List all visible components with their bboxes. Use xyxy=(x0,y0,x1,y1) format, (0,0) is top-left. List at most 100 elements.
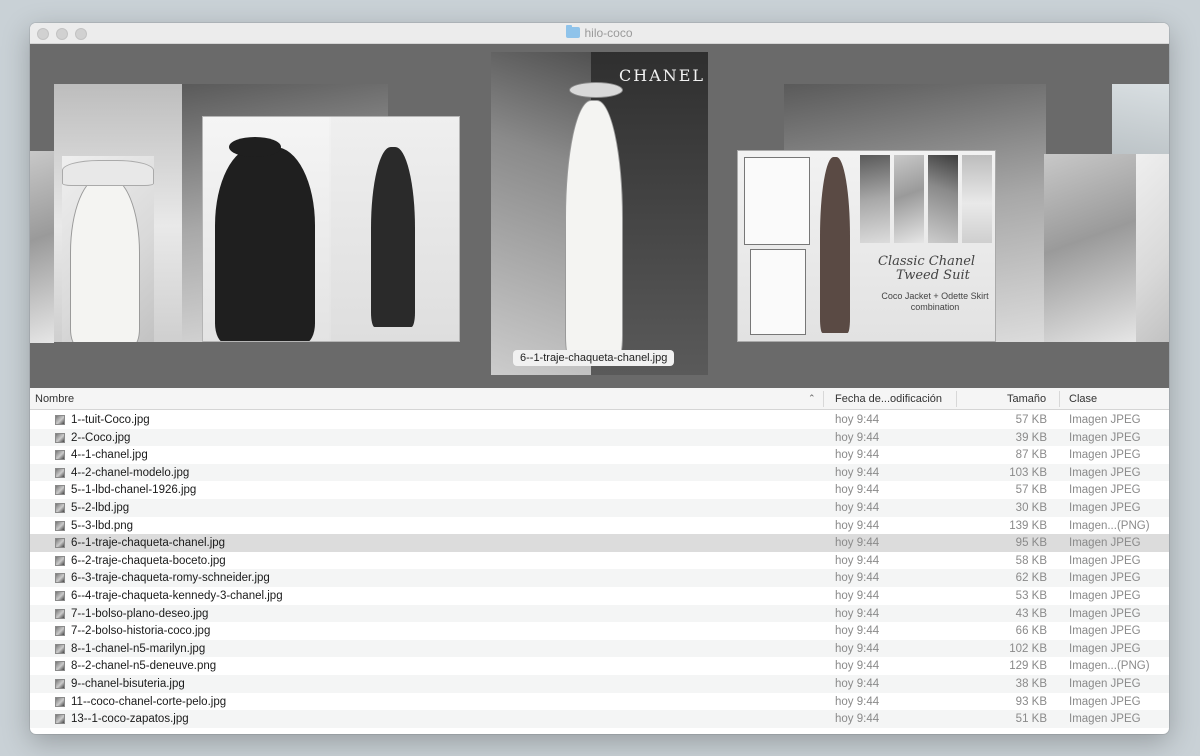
file-size: 38 KB xyxy=(1015,677,1047,690)
file-date: hoy 9:44 xyxy=(835,642,880,655)
list-item[interactable]: 7--1-bolso-plano-deseo.jpg hoy 9:44 43 KB I… xyxy=(30,604,1169,623)
file-kind: Imagen JPEG xyxy=(1069,431,1141,444)
thumbnail-image[interactable] xyxy=(202,116,460,342)
thumbnail-image[interactable]: Classic Chanel Tweed Suit Coco Jacket + … xyxy=(737,150,996,342)
image-file-icon xyxy=(55,467,65,478)
file-kind: Imagen JPEG xyxy=(1069,501,1141,514)
list-item[interactable]: 1--tuit-Coco.jpg hoy 9:44 57 KB Imagen JPEG xyxy=(30,411,1169,429)
list-item[interactable]: 5--3-lbd.png hoy 9:44 139 KB Imagen...(PNG) xyxy=(30,517,1169,535)
image-file-icon xyxy=(55,608,65,619)
file-name: 4--1-chanel.jpg xyxy=(71,449,148,462)
selected-file-caption: 6--1-traje-chaqueta-chanel.jpg xyxy=(513,350,675,366)
list-item[interactable]: 13--1-coco-zapatos.jpg hoy 9:44 51 KB Image… xyxy=(30,710,1169,728)
file-kind: Imagen JPEG xyxy=(1069,695,1141,708)
column-header-date[interactable]: Fecha de...odificación xyxy=(835,393,942,405)
file-list: 1--tuit-Coco.jpg hoy 9:44 57 KB Imagen JPEG… xyxy=(30,411,1169,728)
list-item[interactable]: 4--1-chanel.jpg hoy 9:44 87 KB Imagen JPEG xyxy=(30,446,1169,464)
list-item[interactable]: 6--4-traje-chaqueta-kennedy-3-chanel.jpg… xyxy=(30,587,1169,605)
jacket-sketch xyxy=(744,157,810,245)
file-date: hoy 9:44 xyxy=(835,414,880,426)
cover-flow-gallery[interactable]: CHANEL Classic Chanel Tweed Suit Coco Ja… xyxy=(30,44,1169,388)
file-name: 6--4-traje-chaqueta-kennedy-3-chanel.jpg xyxy=(71,589,283,602)
file-size: 39 KB xyxy=(1015,431,1047,444)
file-kind: Imagen JPEG xyxy=(1069,607,1141,620)
list-item[interactable]: 6--3-traje-chaqueta-romy-schneider.jpg ho… xyxy=(30,569,1169,587)
file-name: 5--1-lbd-chanel-1926.jpg xyxy=(71,484,197,497)
file-date: hoy 9:44 xyxy=(835,677,880,690)
file-name: 5--2-lbd.jpg xyxy=(71,501,130,514)
list-item[interactable]: 7--2-bolso-historia-coco.jpg hoy 9:44 66 K… xyxy=(30,622,1169,640)
file-date: hoy 9:44 xyxy=(835,519,880,532)
file-kind: Imagen JPEG xyxy=(1069,537,1141,550)
chanel-store-sign: CHANEL xyxy=(619,66,706,85)
list-item[interactable]: 6--1-traje-chaqueta-chanel.jpg hoy 9:44 95… xyxy=(30,534,1169,552)
list-item[interactable]: 4--2-chanel-modelo.jpg hoy 9:44 103 KB Imag… xyxy=(30,463,1169,482)
file-name: 9--chanel-bisuteria.jpg xyxy=(71,677,185,690)
file-name: 13--1-coco-zapatos.jpg xyxy=(71,713,189,726)
file-date: hoy 9:44 xyxy=(835,572,880,585)
file-kind: Imagen JPEG xyxy=(1069,713,1141,726)
thumbnail-image[interactable] xyxy=(30,151,54,343)
file-size: 87 KB xyxy=(1015,449,1047,462)
image-file-icon xyxy=(55,643,65,654)
file-date: hoy 9:44 xyxy=(835,537,880,550)
file-name: 6--3-traje-chaqueta-romy-schneider.jpg xyxy=(71,572,270,585)
file-name: 6--1-traje-chaqueta-chanel.jpg xyxy=(71,537,226,550)
image-file-icon xyxy=(55,538,65,549)
suit-subtitle: Coco Jacket + Odette Skirt combination xyxy=(876,291,994,313)
list-item[interactable]: 9--chanel-bisuteria.jpg hoy 9:44 38 KB Imag… xyxy=(30,674,1169,693)
title-bar[interactable]: hilo-coco xyxy=(30,23,1169,44)
file-name: 5--3-lbd.png xyxy=(71,519,134,532)
mini-photo xyxy=(894,155,924,243)
list-item[interactable]: 8--2-chanel-n5-deneuve.png hoy 9:44 129 KB… xyxy=(30,657,1169,675)
mini-photo xyxy=(860,155,890,243)
file-kind: Imagen JPEG xyxy=(1069,466,1141,479)
file-size: 57 KB xyxy=(1015,484,1047,497)
list-item[interactable]: 6--2-traje-chaqueta-boceto.jpg hoy 9:44 58… xyxy=(30,552,1169,570)
dress-figure xyxy=(371,147,415,327)
file-date: hoy 9:44 xyxy=(835,625,880,638)
thumbnail-image[interactable] xyxy=(1044,154,1138,342)
skirt-sketch xyxy=(750,249,806,335)
file-kind: Imagen JPEG xyxy=(1069,484,1141,497)
image-file-icon xyxy=(55,555,65,566)
thumbnail-image[interactable] xyxy=(62,156,154,342)
file-size: 30 KB xyxy=(1015,501,1047,514)
selected-thumbnail-image[interactable]: CHANEL xyxy=(491,52,708,375)
window-title-group: hilo-coco xyxy=(30,25,1169,40)
file-kind: Imagen JPEG xyxy=(1069,554,1141,567)
list-item[interactable]: 2--Coco.jpg hoy 9:44 39 KB Imagen JPEG xyxy=(30,428,1169,447)
file-kind: Imagen JPEG xyxy=(1069,677,1141,690)
hat-shape xyxy=(62,160,154,186)
file-date: hoy 9:44 xyxy=(835,695,880,708)
file-date: hoy 9:44 xyxy=(835,449,880,462)
folder-icon xyxy=(566,25,581,38)
finder-window: hilo-coco CHANEL Classic Chanel Tweed Su… xyxy=(30,23,1169,734)
sort-chevron-up-icon[interactable]: ⌃ xyxy=(808,393,816,404)
thumbnail-image[interactable] xyxy=(1136,154,1169,342)
suit-title-line: Classic Chanel xyxy=(878,254,976,269)
column-header-name[interactable]: Nombre xyxy=(35,393,74,405)
file-kind: Imagen JPEG xyxy=(1069,642,1141,655)
file-date: hoy 9:44 xyxy=(835,713,880,726)
list-item[interactable]: 5--2-lbd.jpg hoy 9:44 30 KB Imagen JPEG xyxy=(30,498,1169,517)
image-file-icon xyxy=(55,573,65,584)
file-date: hoy 9:44 xyxy=(835,501,880,514)
column-header-size[interactable]: Tamaño xyxy=(1007,393,1046,405)
portrait-figure xyxy=(70,176,140,342)
file-kind: Imagen JPEG xyxy=(1069,589,1141,602)
suit-title: Classic Chanel Tweed Suit xyxy=(878,255,975,283)
mini-photo xyxy=(928,155,958,243)
file-size: 139 KB xyxy=(1009,519,1047,532)
file-size: 93 KB xyxy=(1015,695,1047,708)
image-file-icon xyxy=(55,661,65,672)
sketch-panel xyxy=(331,117,459,341)
file-name: 7--1-bolso-plano-deseo.jpg xyxy=(71,607,209,620)
image-file-icon xyxy=(55,626,65,637)
list-item[interactable]: 11--coco-chanel-corte-pelo.jpg hoy 9:44 93… xyxy=(30,693,1169,711)
file-name: 11--coco-chanel-corte-pelo.jpg xyxy=(71,695,227,708)
file-date: hoy 9:44 xyxy=(835,484,880,497)
column-header-kind[interactable]: Clase xyxy=(1069,393,1097,405)
list-item[interactable]: 5--1-lbd-chanel-1926.jpg hoy 9:44 57 KB Ima… xyxy=(30,481,1169,499)
list-item[interactable]: 8--1-chanel-n5-marilyn.jpg hoy 9:44 102 KB… xyxy=(30,639,1169,658)
